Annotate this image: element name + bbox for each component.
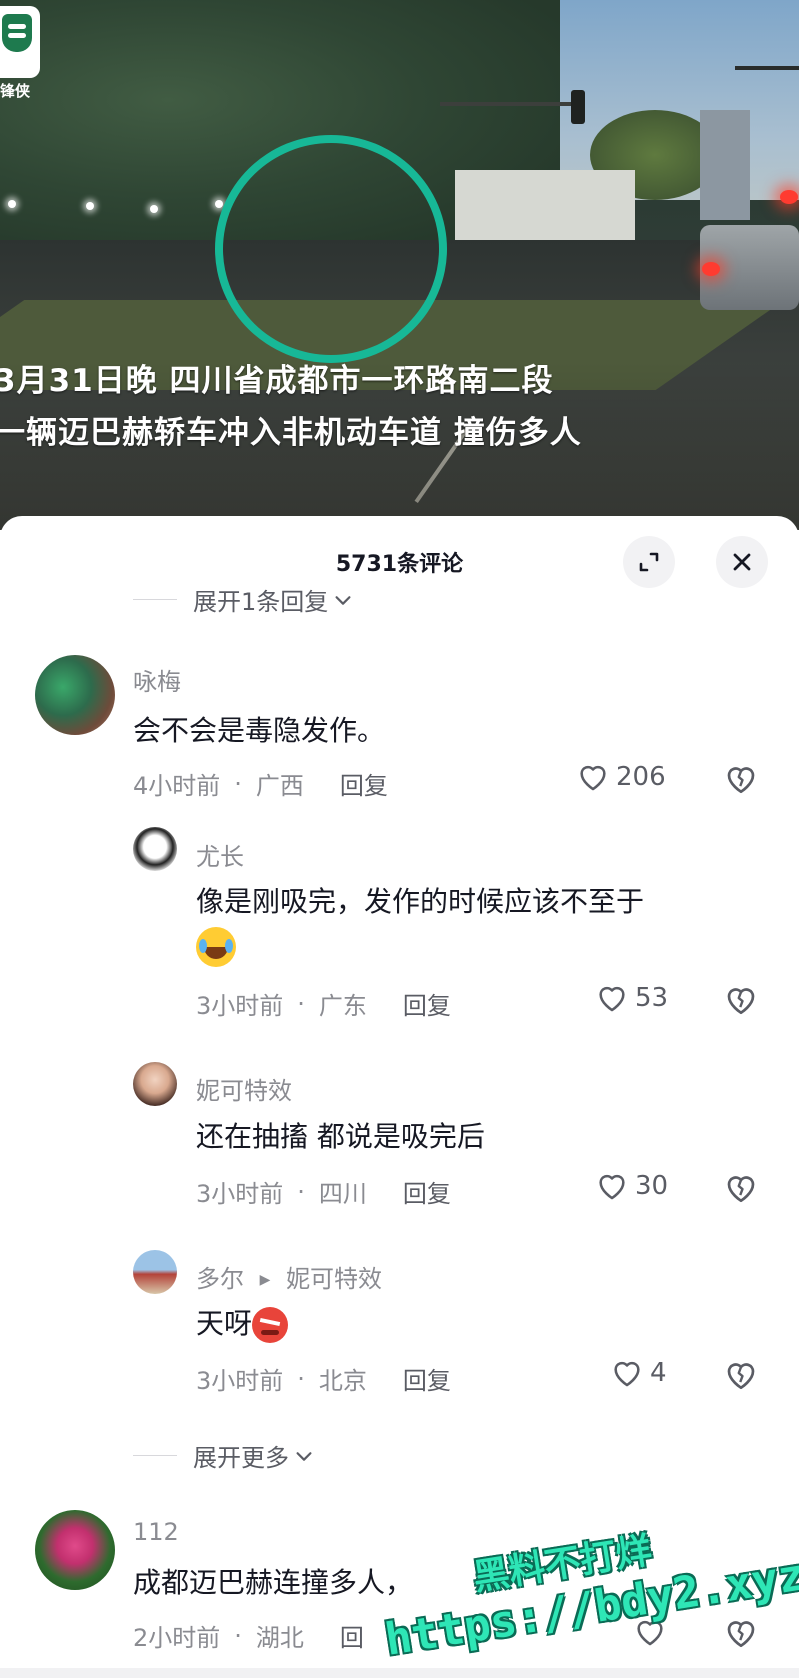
video-pole — [735, 66, 799, 70]
comment-time: 3小时前 — [196, 992, 284, 1020]
expand-icon — [639, 552, 659, 572]
comment-meta: 2小时前 · 湖北 回 — [133, 1618, 364, 1653]
video-light — [86, 202, 94, 210]
comment-meta: 3小时前 · 北京 回复 — [196, 1361, 451, 1396]
comment-text-line: 天呀 — [196, 1304, 289, 1344]
reply-button[interactable]: 回复 — [403, 986, 451, 1021]
comment-time: 4小时前 — [133, 772, 221, 800]
video-traffic-pole — [440, 102, 580, 106]
comment-sheet: 5731条评论 展开1条回复 — [0, 516, 799, 1678]
comment-author[interactable]: 多尔 — [196, 1265, 244, 1293]
video-light — [150, 205, 158, 213]
comment-text: 还在抽搐 都说是吸完后 — [196, 1120, 485, 1153]
comment-location: 北京 — [318, 1367, 367, 1395]
like-button[interactable]: 4 — [610, 1356, 667, 1390]
video-building-far — [700, 110, 750, 220]
comment-location: 广东 — [318, 992, 367, 1020]
reply-button[interactable]: 回复 — [340, 766, 388, 801]
expand-more-label: 展开更多 — [193, 1444, 289, 1472]
heart-icon — [580, 765, 606, 791]
like-count: 4 — [650, 1358, 667, 1388]
app-logo — [0, 6, 40, 78]
reply-arrow-icon: ▶ — [259, 1272, 271, 1288]
comment-text: 天呀 — [196, 1307, 253, 1340]
divider — [133, 599, 177, 600]
heart-icon — [599, 1174, 625, 1200]
video-player[interactable]: 锋侠 3月31日晚 四川省成都市一环路南二段 一辆迈巴赫轿车冲入非机动车道 撞伤… — [0, 0, 799, 530]
avatar[interactable] — [35, 1510, 115, 1590]
expand-replies-label: 展开1条回复 — [193, 588, 329, 616]
comment-text: 会不会是毒隐发作。 — [133, 714, 386, 747]
comment-text: 像是刚吸完，发作的时候应该不至于 — [196, 885, 645, 918]
comment-location: 四川 — [318, 1180, 367, 1208]
like-count: 53 — [635, 983, 669, 1013]
reply-button[interactable]: 回 — [340, 1618, 364, 1653]
video-taillight — [780, 190, 798, 204]
avatar[interactable] — [133, 827, 177, 871]
like-count: 30 — [635, 1171, 669, 1201]
separator-dot: · — [297, 989, 305, 1018]
comment-time: 2小时前 — [133, 1624, 221, 1652]
broken-heart-icon[interactable] — [723, 1615, 759, 1651]
video-caption-line1: 3月31日晚 四川省成都市一环路南二段 — [0, 363, 554, 399]
like-button[interactable]: 53 — [595, 981, 668, 1015]
close-icon — [733, 553, 751, 571]
comment-location: 广西 — [255, 772, 304, 800]
laugh-cry-emoji-icon — [196, 927, 236, 967]
like-count: 206 — [616, 762, 666, 792]
chevron-down-icon — [296, 1451, 312, 1461]
expand-sheet-button[interactable] — [623, 536, 675, 588]
avatar[interactable] — [133, 1250, 177, 1294]
comment-time: 3小时前 — [196, 1367, 284, 1395]
comment-author-line: 多尔 ▶ 妮可特效 — [196, 1259, 382, 1294]
video-light — [8, 200, 16, 208]
broken-heart-icon[interactable] — [723, 982, 759, 1018]
video-taillight — [702, 262, 720, 276]
app-logo-text: 锋侠 — [0, 82, 31, 100]
video-caption-line2: 一辆迈巴赫轿车冲入非机动车道 撞伤多人 — [0, 415, 582, 451]
comment-meta: 3小时前 · 四川 回复 — [196, 1174, 451, 1209]
separator-dot: · — [234, 769, 242, 798]
comment-author[interactable]: 咏梅 — [133, 662, 181, 697]
reply-button[interactable]: 回复 — [403, 1174, 451, 1209]
separator-dot: · — [234, 1621, 242, 1650]
comment-text: 成都迈巴赫连撞多人， — [133, 1566, 414, 1599]
bottom-strip — [0, 1668, 799, 1678]
heart-icon — [614, 1361, 640, 1387]
broken-heart-icon[interactable] — [723, 1170, 759, 1206]
chevron-down-icon — [335, 595, 351, 605]
comment-author[interactable]: 妮可特效 — [196, 1071, 292, 1106]
avatar[interactable] — [133, 1062, 177, 1106]
heart-icon — [599, 986, 625, 1012]
comment-meta: 3小时前 · 广东 回复 — [196, 986, 451, 1021]
comment-author[interactable]: 112 — [133, 1518, 179, 1546]
separator-dot: · — [297, 1364, 305, 1393]
comment-count-title: 5731条评论 — [335, 552, 464, 577]
comment-meta: 4小时前 · 广西 回复 — [133, 766, 388, 801]
angry-emoji-icon — [252, 1307, 289, 1343]
divider — [133, 1455, 177, 1456]
comment-location: 湖北 — [255, 1624, 304, 1652]
expand-more-button[interactable]: 展开更多 — [133, 1438, 315, 1473]
video-building — [455, 170, 635, 245]
separator-dot: · — [297, 1177, 305, 1206]
broken-heart-icon[interactable] — [723, 761, 759, 797]
comment-time: 3小时前 — [196, 1180, 284, 1208]
close-button[interactable] — [716, 536, 768, 588]
video-light — [215, 200, 223, 208]
reply-button[interactable]: 回复 — [403, 1361, 451, 1396]
app-logo-icon — [2, 14, 32, 52]
avatar[interactable] — [35, 655, 115, 735]
expand-replies-button[interactable]: 展开1条回复 — [133, 582, 354, 617]
like-button[interactable]: 30 — [595, 1169, 668, 1203]
highlight-circle — [215, 135, 447, 363]
comment-author[interactable]: 尤长 — [196, 837, 244, 872]
like-button[interactable]: 206 — [576, 760, 666, 794]
reply-to-author[interactable]: 妮可特效 — [286, 1265, 382, 1293]
broken-heart-icon[interactable] — [723, 1357, 759, 1393]
video-traffic-light — [571, 90, 585, 124]
